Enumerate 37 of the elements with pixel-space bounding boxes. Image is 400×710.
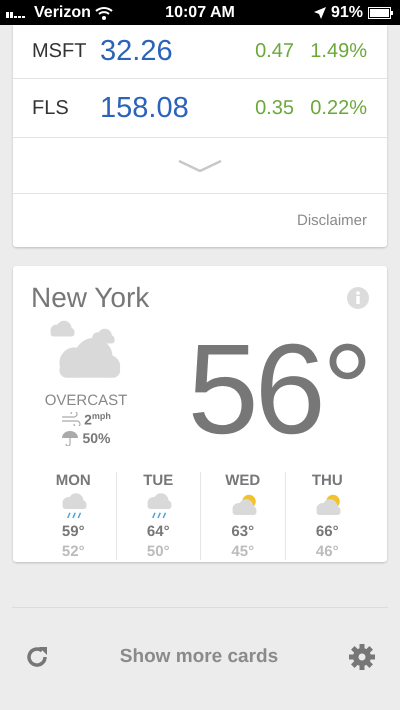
percent-change: 0.22%: [309, 96, 367, 120]
stock-price: 32.26: [100, 35, 174, 68]
precipitation-chance: 50%: [82, 430, 111, 446]
low-temperature: 52°: [62, 543, 85, 560]
price-change: 0.47: [254, 40, 294, 63]
stock-symbol: FLS: [32, 96, 70, 120]
forecast-day: WED: [225, 472, 260, 489]
weather-condition: OVERCAST: [44, 392, 128, 409]
high-temperature: 66°: [316, 523, 339, 540]
forecast-day: TUE: [143, 472, 174, 489]
stock-price: 158.08: [100, 92, 190, 124]
umbrella-icon: [61, 430, 80, 446]
clock-time: 10:07 AM: [165, 4, 235, 20]
disclaimer-link[interactable]: Disclaimer: [296, 212, 367, 229]
wifi-icon: [94, 6, 113, 20]
high-temperature: 63°: [231, 523, 254, 540]
wind-icon: [61, 412, 82, 426]
forecast-day: THU: [312, 472, 343, 489]
low-temperature: 50°: [146, 543, 170, 560]
current-temperature: 56°: [186, 320, 369, 460]
location-arrow-icon: [314, 6, 326, 18]
show-more-cards-link[interactable]: Show more cards: [120, 646, 278, 668]
low-temperature: 46°: [316, 543, 339, 560]
stock-symbol: MSFT: [32, 40, 88, 63]
low-temperature: 45°: [231, 543, 254, 560]
refresh-icon[interactable]: [25, 645, 49, 669]
city-name: New York: [31, 282, 150, 314]
battery-icon: [368, 6, 394, 18]
price-change: 0.35: [254, 96, 294, 120]
percent-change: 1.49%: [309, 40, 367, 63]
high-temperature: 59°: [62, 523, 85, 540]
high-temperature: 64°: [146, 523, 170, 540]
carrier-name: Verizon: [34, 4, 91, 22]
battery-percent: 91%: [330, 4, 363, 22]
forecast-day: MON: [56, 472, 91, 489]
wind-speed: 2$^{mph}$: [84, 411, 111, 428]
settings-icon[interactable]: [348, 644, 375, 670]
